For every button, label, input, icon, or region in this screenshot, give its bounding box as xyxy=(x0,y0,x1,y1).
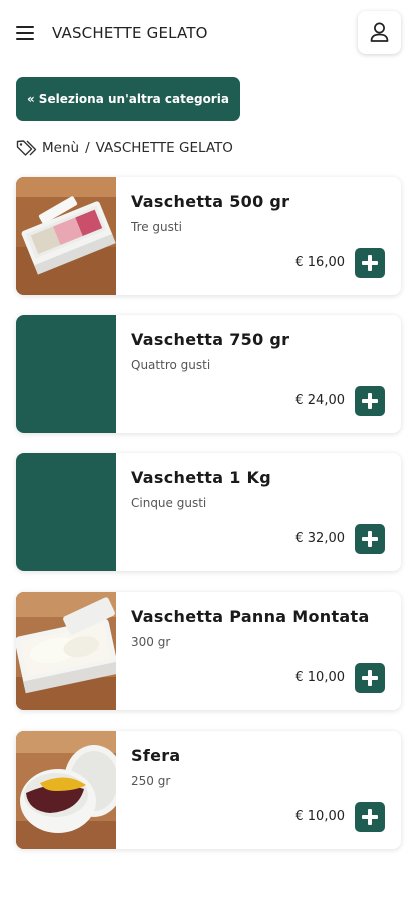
user-account-button[interactable] xyxy=(358,11,401,54)
page-title: VASCHETTE GELATO xyxy=(52,24,208,42)
product-image-placeholder xyxy=(16,315,116,433)
product-image xyxy=(16,592,116,710)
product-description: Quattro gusti xyxy=(131,358,211,372)
product-name: Sfera xyxy=(131,746,181,765)
breadcrumb: Menù / VASCHETTE GELATO xyxy=(16,138,233,158)
product-price: € 10,00 xyxy=(295,809,345,824)
product-price: € 24,00 xyxy=(295,393,345,408)
product-card[interactable]: Sfera 250 gr € 10,00 xyxy=(16,731,401,849)
product-description: 300 gr xyxy=(131,635,171,649)
product-name: Vaschetta Panna Montata xyxy=(131,607,370,626)
add-to-cart-button[interactable] xyxy=(355,248,385,278)
user-icon xyxy=(370,22,389,42)
product-name: Vaschetta 500 gr xyxy=(131,192,290,211)
breadcrumb-current: VASCHETTE GELATO xyxy=(95,140,233,156)
product-image xyxy=(16,177,116,295)
back-button-label: Seleziona un'altra categoria xyxy=(38,92,229,106)
product-description: Tre gusti xyxy=(131,220,182,234)
select-other-category-button[interactable]: « Seleziona un'altra categoria xyxy=(16,77,240,121)
add-to-cart-button[interactable] xyxy=(355,663,385,693)
product-card[interactable]: Vaschetta Panna Montata 300 gr € 10,00 xyxy=(16,592,401,710)
product-card[interactable]: Vaschetta 500 gr Tre gusti € 16,00 xyxy=(16,177,401,295)
product-price: € 16,00 xyxy=(295,255,345,270)
product-name: Vaschetta 750 gr xyxy=(131,330,290,349)
product-price: € 10,00 xyxy=(295,670,345,685)
app-header: VASCHETTE GELATO xyxy=(0,0,415,68)
add-to-cart-button[interactable] xyxy=(355,802,385,832)
product-image-placeholder xyxy=(16,453,116,571)
product-image xyxy=(16,731,116,849)
product-name: Vaschetta 1 Kg xyxy=(131,468,271,487)
add-to-cart-button[interactable] xyxy=(355,524,385,554)
product-description: Cinque gusti xyxy=(131,496,207,510)
add-to-cart-button[interactable] xyxy=(355,386,385,416)
breadcrumb-separator: / xyxy=(85,140,90,156)
product-price: € 32,00 xyxy=(295,531,345,546)
tags-icon xyxy=(16,140,37,156)
breadcrumb-home-link[interactable]: Menù xyxy=(42,140,79,156)
product-card[interactable]: Vaschetta 750 gr Quattro gusti € 24,00 xyxy=(16,315,401,433)
hamburger-menu-icon[interactable] xyxy=(14,22,36,44)
double-chevron-left-icon: « xyxy=(27,92,35,106)
product-description: 250 gr xyxy=(131,774,171,788)
product-card[interactable]: Vaschetta 1 Kg Cinque gusti € 32,00 xyxy=(16,453,401,571)
